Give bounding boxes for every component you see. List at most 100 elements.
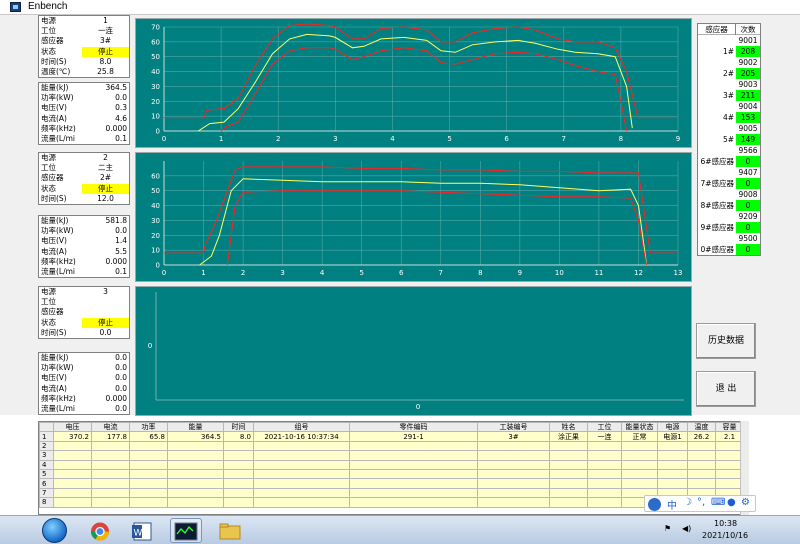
table-header-cell[interactable]: [39, 422, 54, 433]
table-header-cell[interactable]: 工位: [587, 422, 622, 433]
info-value: 3: [103, 287, 108, 296]
table-cell: [253, 459, 350, 470]
table-cell: [91, 468, 130, 480]
table-cell: [349, 440, 478, 452]
table-row[interactable]: 3: [39, 450, 744, 461]
x-tick-label: 8: [478, 269, 482, 277]
table-header-cell[interactable]: 姓名: [549, 422, 588, 433]
station3-info-top: 电源 3 工位 感应器 状态 停止 时间(S) 0.0: [38, 286, 130, 339]
info-label: 电源: [41, 153, 56, 162]
history-data-button[interactable]: 历史数据: [696, 323, 756, 359]
table-row[interactable]: 2: [39, 440, 744, 452]
table-header-cell[interactable]: 温度: [687, 422, 716, 433]
table-cell: 3#: [477, 431, 550, 442]
info-row: 时间(S) 8.0: [39, 57, 129, 67]
info-value: 0.0: [115, 226, 127, 236]
y-tick-label: 0: [156, 128, 160, 136]
table-cell: [477, 478, 550, 489]
folder-icon[interactable]: [214, 518, 246, 543]
info-label: 温度(℃): [41, 66, 71, 76]
table-row[interactable]: 6: [39, 478, 744, 489]
table-cell: [129, 478, 168, 489]
keyboard-icon[interactable]: ⌨: [711, 497, 725, 508]
word-icon[interactable]: W: [126, 518, 158, 543]
counter-row: 9407: [698, 167, 760, 178]
table-header-cell[interactable]: 功率: [129, 422, 168, 433]
table-cell: [687, 440, 716, 452]
table-header-cell[interactable]: 电源: [657, 422, 688, 433]
table-cell: [53, 497, 92, 508]
table-cell: [129, 487, 168, 499]
table-cell: [91, 478, 130, 489]
table-row[interactable]: 7: [39, 487, 744, 499]
table-cell: [657, 478, 688, 489]
table-header-cell[interactable]: 能量状态: [621, 422, 658, 433]
counter-sensor-label: 1#: [722, 47, 734, 56]
x-tick-label: 3: [333, 135, 337, 143]
table-cell: [53, 487, 92, 499]
table-cell: [223, 497, 254, 508]
y-tick-label: 0: [156, 262, 160, 270]
counter-header-sensor: 感应器: [698, 24, 736, 35]
table-row[interactable]: 4: [39, 459, 744, 470]
table-cell: [91, 497, 130, 508]
table-cell: [129, 468, 168, 480]
info-row: 状态 停止: [39, 183, 129, 194]
records-table: 电压 电流 功率 能量 时间 组号 零件编码 工装编号 姓名 工位 能量状态 电源 温度 容量 1 370.…: [38, 421, 749, 515]
table-header-cell[interactable]: 能量: [167, 422, 224, 433]
moon-icon[interactable]: ☽: [683, 497, 692, 508]
tray-flag-icon[interactable]: ⚑: [664, 524, 671, 533]
table-header-row: 电压 电流 功率 能量 时间 组号 零件编码 工装编号 姓名 工位 能量状态 电源 温度 容量: [39, 422, 744, 433]
settings-icon[interactable]: ⚙: [741, 497, 750, 508]
table-header-cell[interactable]: 组号: [253, 422, 350, 433]
info-label: 流量(L/mi: [41, 133, 76, 143]
x-tick-label: 0: [162, 135, 166, 143]
row-number: 6: [39, 478, 54, 489]
table-row[interactable]: 5: [39, 468, 744, 480]
table-cell: [129, 450, 168, 461]
y-tick-label: 20: [151, 232, 160, 240]
table-cell: [129, 459, 168, 470]
table-cell: [477, 487, 550, 499]
start-orb[interactable]: [42, 518, 67, 543]
table-header-cell[interactable]: 电压: [53, 422, 92, 433]
ime-language[interactable]: 中: [667, 497, 677, 512]
enbench-icon[interactable]: [170, 518, 202, 543]
punctuation-icon[interactable]: °,: [697, 497, 705, 508]
table-cell: [349, 487, 478, 499]
table-cell: [621, 440, 658, 452]
microphone-icon[interactable]: ●: [727, 497, 736, 508]
info-value: 0.0: [115, 93, 127, 103]
table-row[interactable]: 8: [39, 497, 744, 508]
table-cell: 65.8: [129, 431, 168, 442]
info-row: 状态 停止: [39, 46, 129, 57]
table-header-cell[interactable]: 零件编码: [349, 422, 478, 433]
counter-row: 9209: [698, 211, 760, 222]
table-header-cell[interactable]: 电流: [91, 422, 130, 433]
counter-count-value: 211: [736, 90, 760, 101]
info-value: 0.3: [115, 103, 127, 113]
table-cell: [253, 440, 350, 452]
info-label: 电流(A): [41, 246, 67, 256]
counter-row: 9566: [698, 145, 760, 156]
chrome-icon[interactable]: [84, 518, 116, 543]
table-cell: [223, 440, 254, 452]
clock-time[interactable]: 10:38: [714, 519, 737, 528]
clock-date[interactable]: 2021/10/16: [702, 531, 748, 540]
table-header-cell[interactable]: 工装编号: [477, 422, 550, 433]
info-label: 流量(L/mi: [41, 266, 76, 276]
table-row[interactable]: 1 370.2 177.8 65.8 364.5 8.0 2021-10-16 10:37:…: [39, 431, 744, 442]
station2-info-top: 电源 2 工位 二主 感应器 2# 状态 停止 时间(S) 12.0: [38, 152, 130, 205]
counter-id-value: 9005: [736, 123, 760, 134]
counter-sensor-label: 4#: [722, 113, 734, 122]
info-label: 时间(S): [41, 56, 67, 66]
table-cell: [587, 468, 622, 480]
table-cell: [477, 459, 550, 470]
table-header-cell[interactable]: 时间: [223, 422, 254, 433]
ime-logo-icon[interactable]: [648, 498, 661, 511]
y-tick-label: 50: [151, 53, 160, 61]
ime-toolbar[interactable]: 中 ☽ °, ⌨ ● ⚙: [644, 495, 756, 512]
exit-button[interactable]: 退 出: [696, 371, 756, 407]
info-label: 电流(A): [41, 383, 67, 393]
tray-volume-icon[interactable]: ◀): [682, 524, 691, 533]
